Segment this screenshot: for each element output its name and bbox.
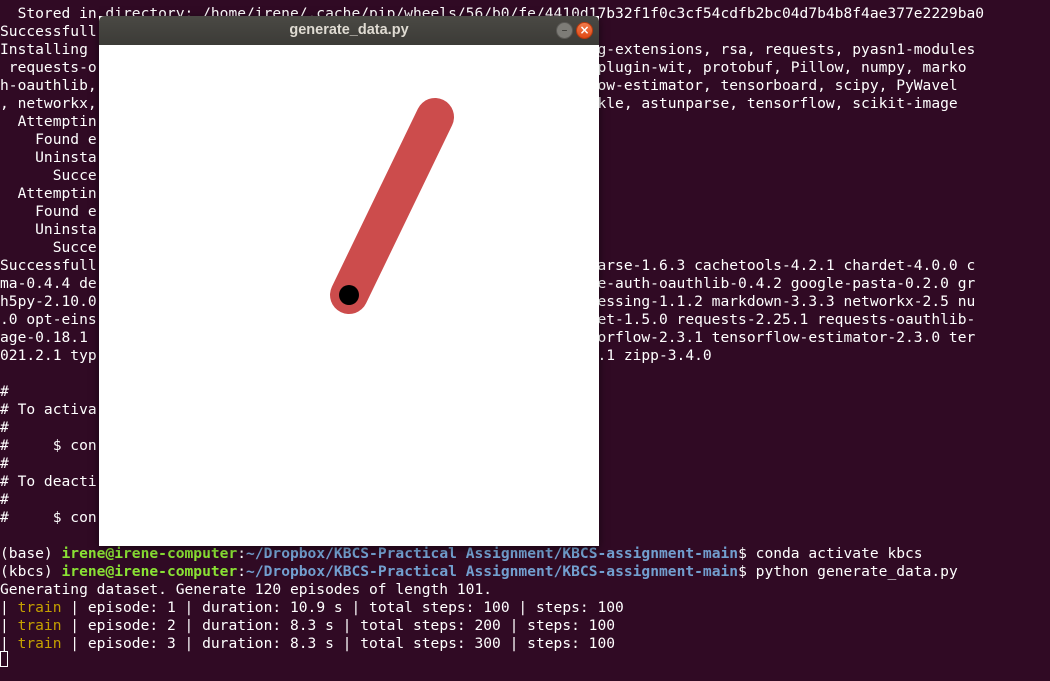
prompt-separator: :	[237, 563, 247, 580]
mode-label: train	[17, 599, 62, 616]
window-title: generate_data.py	[289, 22, 409, 38]
prompt-dollar: $	[738, 545, 756, 562]
pendulum-axle	[339, 285, 359, 305]
user-host: irene@irene-computer	[61, 545, 238, 562]
working-directory: ~/Dropbox/KBCS-Practical Assignment/KBCS…	[246, 545, 739, 562]
output-line: Uninsta	[0, 221, 97, 238]
prompt-line-kbcs: (kbcs) irene@irene-computer:~/Dropbox/KB…	[0, 563, 958, 581]
output-line: #	[0, 419, 9, 436]
render-canvas	[99, 45, 599, 546]
status-line: Generating dataset. Generate 120 episode…	[0, 581, 493, 598]
episode-prefix: |	[0, 635, 18, 652]
episode-prefix: |	[0, 617, 18, 634]
prompt-dollar: $	[738, 563, 756, 580]
mode-label: train	[17, 635, 62, 652]
conda-env: (kbcs)	[0, 563, 62, 580]
conda-env: (base)	[0, 545, 62, 562]
mode-label: train	[17, 617, 62, 634]
episode-prefix: |	[0, 599, 18, 616]
output-line: #	[0, 455, 9, 472]
episode-stats: | episode: 1 | duration: 10.9 s | total …	[61, 599, 624, 616]
output-line: # $ con	[0, 509, 97, 526]
render-window[interactable]: generate_data.py – ×	[99, 16, 599, 546]
episode-stats: | episode: 2 | duration: 8.3 s | total s…	[61, 617, 616, 634]
episode-line: | train | episode: 1 | duration: 10.9 s …	[0, 599, 624, 617]
prompt-separator: :	[237, 545, 247, 562]
working-directory: ~/Dropbox/KBCS-Practical Assignment/KBCS…	[246, 563, 739, 580]
episode-line: | train | episode: 2 | duration: 8.3 s |…	[0, 617, 615, 635]
minimize-button[interactable]: –	[556, 22, 573, 39]
output-line: # To deacti	[0, 473, 97, 490]
output-line: Uninsta	[0, 149, 97, 166]
output-line: Found e	[0, 203, 97, 220]
window-titlebar[interactable]: generate_data.py – ×	[99, 16, 599, 45]
output-line: # To activa	[0, 401, 97, 418]
output-line: # $ con	[0, 437, 97, 454]
command-text: conda activate kbcs	[755, 545, 923, 562]
terminal-cursor	[0, 651, 8, 667]
output-line: #	[0, 383, 9, 400]
pendulum-scene	[330, 98, 454, 314]
output-line: #	[0, 491, 9, 508]
pendulum-pole	[330, 98, 454, 314]
output-line: Succe	[0, 167, 97, 184]
output-line: Succe	[0, 239, 97, 256]
prompt-line-base: (base) irene@irene-computer:~/Dropbox/KB…	[0, 545, 923, 563]
user-host: irene@irene-computer	[61, 563, 238, 580]
output-line: Attemptin	[0, 185, 97, 202]
close-button[interactable]: ×	[576, 22, 593, 39]
output-line: Successfull	[0, 23, 97, 40]
cursor-line	[0, 651, 8, 669]
command-text: python generate_data.py	[755, 563, 958, 580]
output-line: Attemptin	[0, 113, 97, 130]
episode-stats: | episode: 3 | duration: 8.3 s | total s…	[61, 635, 616, 652]
episode-line: | train | episode: 3 | duration: 8.3 s |…	[0, 635, 615, 653]
output-line: Found e	[0, 131, 97, 148]
